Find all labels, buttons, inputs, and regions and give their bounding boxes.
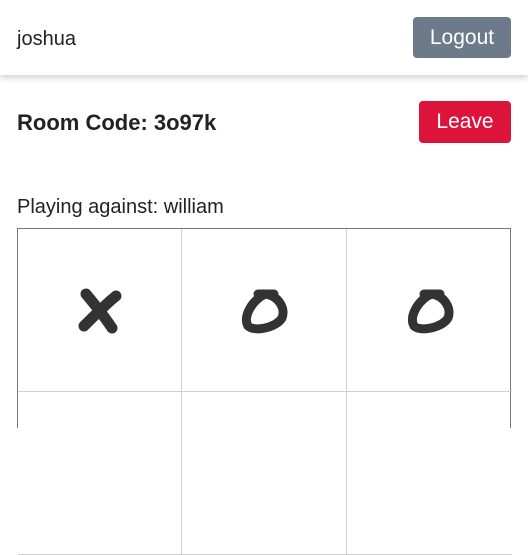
room-code-title: Room Code: 3o97k [17, 110, 217, 135]
board-cell[interactable] [347, 392, 512, 555]
opponent-label: Playing against: william [17, 196, 224, 218]
board-cell[interactable] [182, 392, 347, 555]
board-cell[interactable] [18, 229, 182, 392]
board-cell[interactable] [347, 229, 512, 392]
username: joshua [17, 28, 76, 50]
o-mark [407, 289, 453, 334]
tic-tac-toe-board [17, 228, 512, 555]
leave-button[interactable]: Leave [419, 101, 511, 143]
logout-button[interactable]: Logout [413, 17, 511, 58]
top-bar: joshua Logout [0, 0, 528, 75]
x-mark [78, 288, 121, 334]
board-cell[interactable] [182, 229, 347, 392]
board-cell[interactable] [18, 392, 182, 555]
o-mark [242, 289, 288, 334]
